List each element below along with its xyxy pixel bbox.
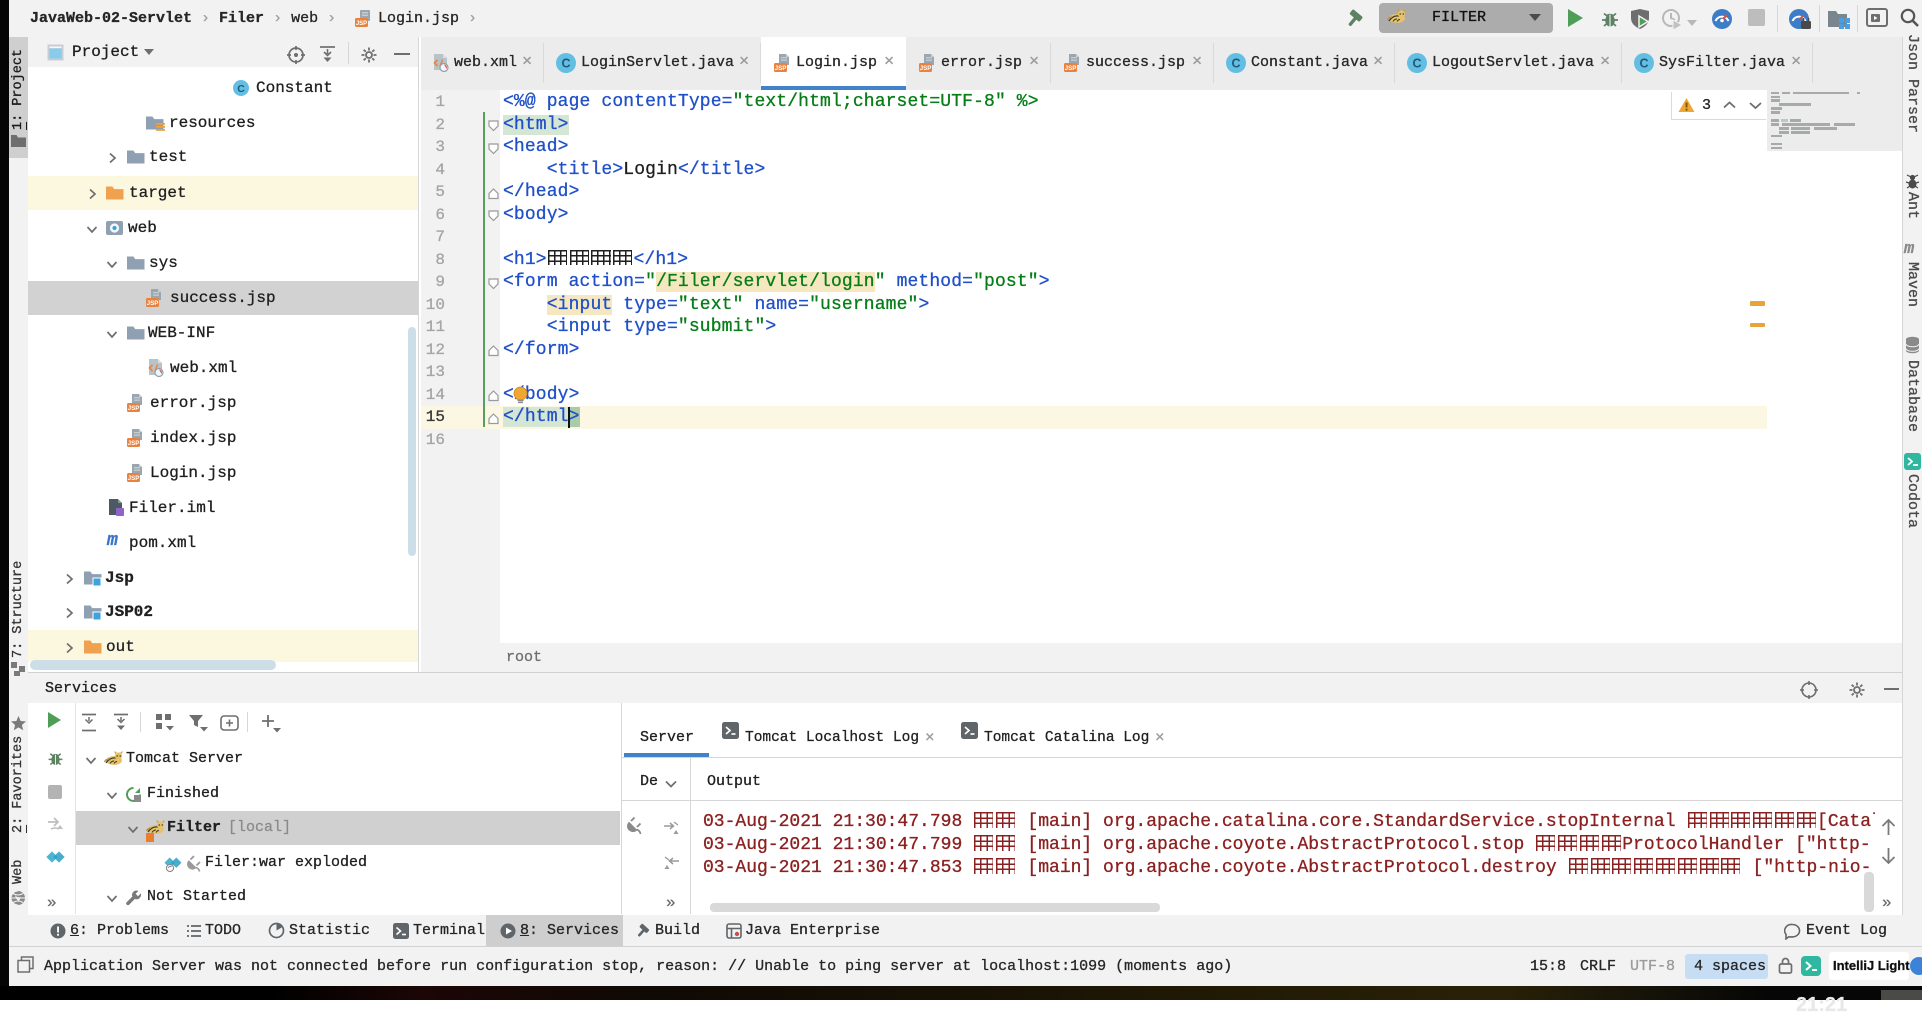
svg-text:JSP: JSP xyxy=(775,65,787,72)
svg-text:JSP: JSP xyxy=(920,65,932,72)
svg-text:C: C xyxy=(237,83,245,95)
svg-text:JSP: JSP xyxy=(128,405,140,412)
svg-text:JSP: JSP xyxy=(128,475,140,482)
svg-text:C: C xyxy=(561,57,570,71)
svg-text:JSP: JSP xyxy=(356,21,367,27)
svg-text:C: C xyxy=(1231,57,1240,71)
svg-text:C: C xyxy=(1639,57,1648,71)
svg-text:JSP: JSP xyxy=(147,300,159,307)
svg-text:JSP: JSP xyxy=(1065,65,1077,72)
svg-text:C: C xyxy=(1412,57,1421,71)
svg-text:JSP: JSP xyxy=(128,440,140,447)
